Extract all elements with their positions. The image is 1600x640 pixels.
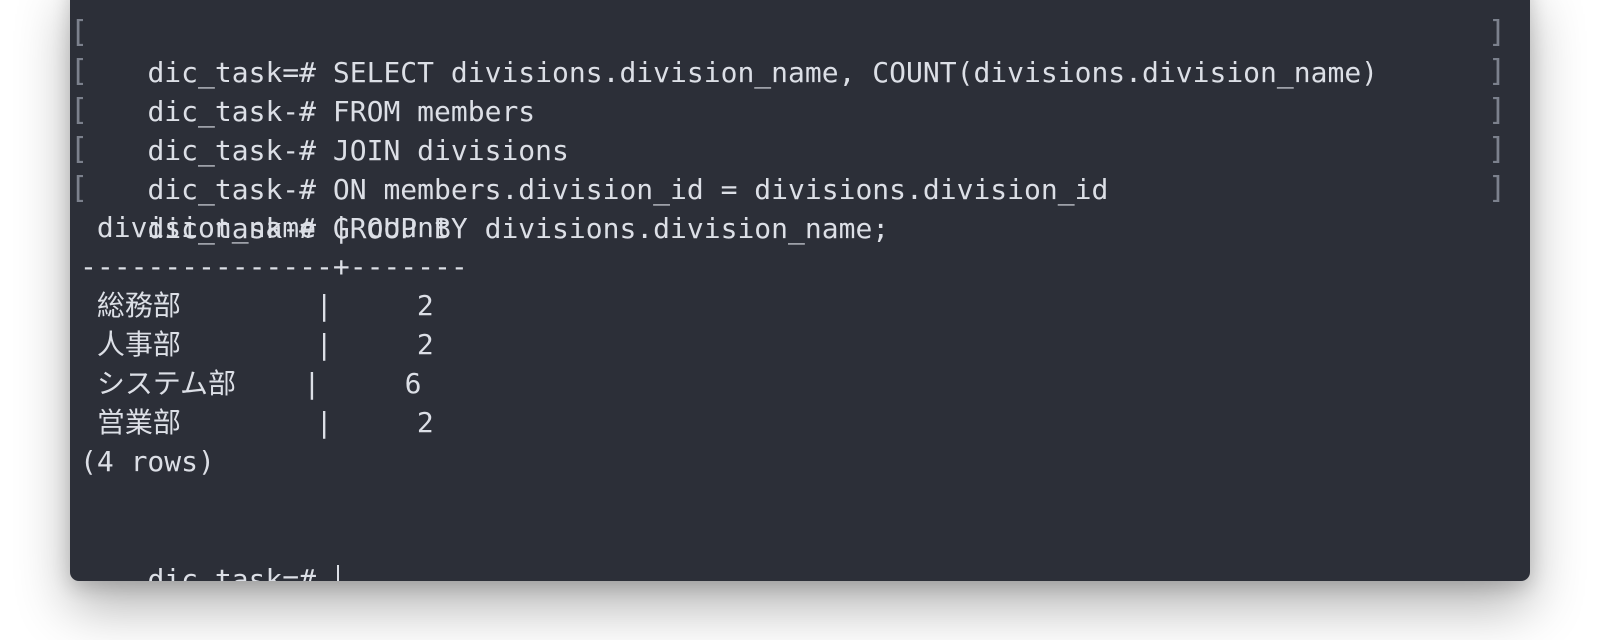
result-row: 総務部 | 2	[80, 289, 434, 322]
line-bracket-left: [	[70, 54, 89, 89]
line-bracket-left: [	[70, 171, 89, 206]
query-line: [dic_task-# ON members.division_id = div…	[70, 132, 1109, 206]
result-row: システム部 | 6	[80, 367, 422, 400]
result-separator: ---------------+-------	[80, 250, 468, 283]
line-bracket-right: ]	[1488, 15, 1507, 50]
terminal-window[interactable]: [dic_task=# SELECT divisions.division_na…	[70, 0, 1530, 581]
query-line: [dic_task-# GROUP BY divisions.division_…	[70, 171, 890, 245]
query-line: [dic_task-# JOIN divisions	[70, 93, 569, 167]
line-bracket-left: [	[70, 15, 89, 50]
line-bracket-right: ]	[1488, 132, 1507, 167]
result-row: 営業部 | 2	[80, 406, 434, 439]
prompt-line[interactable]: dic_task=#	[80, 520, 339, 581]
line-bracket-left: [	[70, 93, 89, 128]
line-bracket-right: ]	[1488, 171, 1507, 206]
result-row: 人事部 | 2	[80, 328, 434, 361]
query-line: [dic_task=# SELECT divisions.division_na…	[70, 15, 1379, 89]
row-count: (4 rows)	[80, 445, 215, 478]
line-bracket-right: ]	[1488, 54, 1507, 89]
query-line: [dic_task-# FROM members	[70, 54, 536, 128]
line-bracket-left: [	[70, 132, 89, 167]
line-bracket-right: ]	[1488, 93, 1507, 128]
result-header: division_name | count	[80, 211, 451, 244]
text-cursor	[336, 565, 339, 581]
prompt: dic_task=#	[147, 563, 333, 581]
